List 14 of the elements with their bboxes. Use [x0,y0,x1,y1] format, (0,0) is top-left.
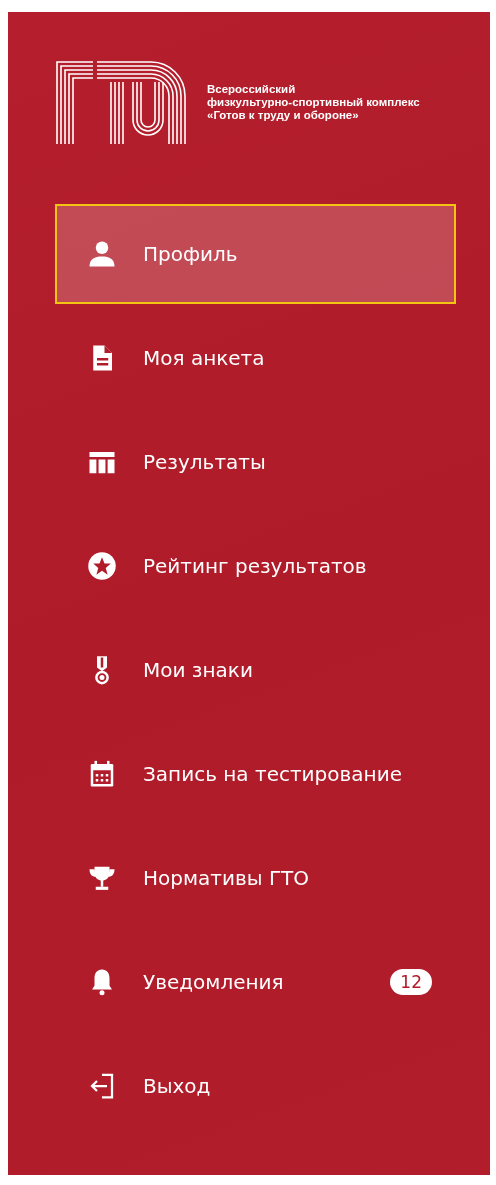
menu-item[interactable]: Профиль [55,204,456,304]
menu-item[interactable]: Мои знаки [55,620,456,720]
menu-item[interactable]: Моя анкета [55,308,456,408]
menu-item[interactable]: Рейтинг результатов [55,516,456,616]
menu-item[interactable]: Выход [55,1036,456,1136]
tagline-line: физкультурно-спортивный комплекс [207,95,420,109]
menu-item[interactable]: Запись на тестирование [55,724,456,824]
menu-item[interactable]: Нормативы ГТО [55,828,456,928]
menu-item[interactable]: Результаты [55,412,456,512]
tagline-line: Всероссийский [207,82,297,96]
count-badge: 12 [390,969,432,995]
menu-item[interactable]: Уведомления 12 [55,932,456,1032]
profile-icon [87,239,117,269]
tagline-line: «Готов к труду и обороне» [207,108,360,122]
